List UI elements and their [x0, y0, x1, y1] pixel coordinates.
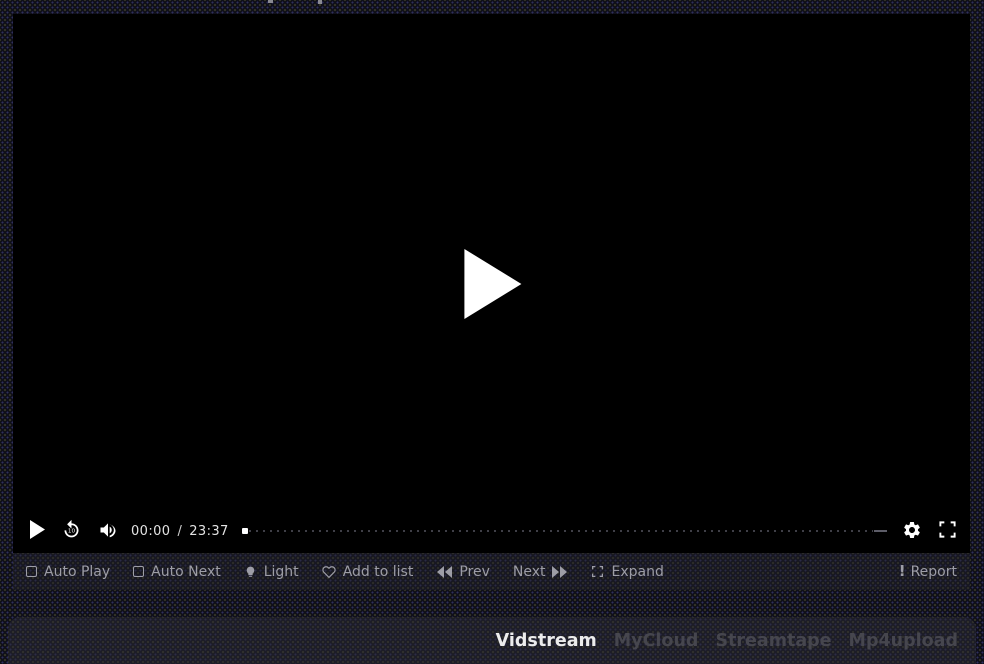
double-left-arrow-icon: [436, 566, 452, 578]
seek-track-end: [874, 530, 887, 532]
rewind-10-button[interactable]: 10: [61, 519, 82, 543]
gear-icon: [902, 520, 922, 543]
seek-thumb[interactable]: [242, 528, 248, 534]
auto-play-toggle[interactable]: Auto Play: [26, 564, 110, 580]
expand-label: Expand: [611, 564, 663, 580]
light-toggle[interactable]: Light: [244, 564, 299, 580]
add-to-list-button[interactable]: Add to list: [322, 564, 414, 580]
time-separator: /: [177, 524, 182, 539]
next-episode-button[interactable]: Next: [513, 564, 569, 580]
volume-button[interactable]: [98, 520, 118, 543]
fullscreen-button[interactable]: [938, 520, 957, 542]
seek-track: [249, 530, 873, 532]
heart-icon: [322, 565, 336, 579]
next-label: Next: [513, 564, 546, 580]
server-mycloud[interactable]: MyCloud: [614, 631, 699, 651]
big-play-button[interactable]: [464, 249, 524, 319]
duration: 23:37: [189, 524, 228, 539]
add-to-list-label: Add to list: [343, 564, 414, 580]
report-label: Report: [911, 564, 957, 580]
exclamation-icon: !: [899, 564, 906, 579]
current-time: 00:00: [131, 524, 170, 539]
video-player[interactable]: 10 00:00 / 23:37: [13, 14, 970, 553]
fullscreen-icon: [938, 520, 957, 542]
checkbox-icon[interactable]: [133, 566, 144, 577]
time-display: 00:00 / 23:37: [131, 524, 229, 539]
server-vidstream[interactable]: Vidstream: [496, 631, 597, 651]
expand-button[interactable]: Expand: [591, 564, 663, 580]
prev-episode-button[interactable]: Prev: [436, 564, 490, 580]
clipped-title-fragment: [268, 0, 273, 3]
volume-icon: [98, 520, 118, 543]
auto-next-label: Auto Next: [151, 564, 221, 580]
servers-panel: Vidstream MyCloud Streamtape Mp4upload: [8, 617, 976, 664]
lightbulb-icon: [244, 565, 257, 579]
settings-button[interactable]: [902, 520, 922, 543]
seek-bar[interactable]: [242, 523, 887, 539]
play-icon: [30, 520, 45, 542]
light-label: Light: [264, 564, 299, 580]
expand-icon: [591, 565, 604, 578]
report-button[interactable]: ! Report: [899, 564, 957, 580]
auto-next-toggle[interactable]: Auto Next: [133, 564, 221, 580]
server-streamtape[interactable]: Streamtape: [715, 631, 831, 651]
clipped-title-fragment: [318, 0, 322, 4]
double-right-arrow-icon: [552, 566, 568, 578]
server-mp4upload[interactable]: Mp4upload: [849, 631, 958, 651]
auto-play-label: Auto Play: [44, 564, 110, 580]
player-controls-bar: 10 00:00 / 23:37: [13, 509, 970, 553]
play-button[interactable]: [30, 520, 45, 542]
rewind-10-icon: 10: [61, 519, 82, 543]
player-toolbar: Auto Play Auto Next Light Add to list Pr…: [13, 553, 970, 590]
checkbox-icon[interactable]: [26, 566, 37, 577]
svg-text:10: 10: [68, 528, 76, 534]
prev-label: Prev: [459, 564, 490, 580]
